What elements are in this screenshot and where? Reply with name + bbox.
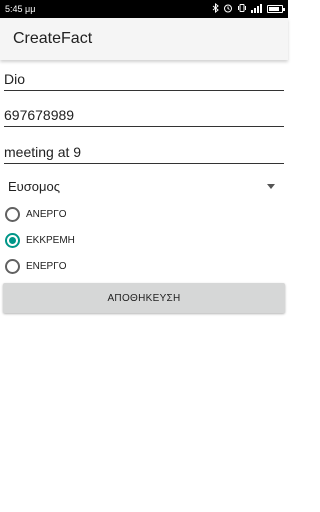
radio-button-icon bbox=[5, 232, 20, 248]
radio-button-icon bbox=[5, 206, 20, 222]
save-button[interactable]: ΑΠΟΘΗΚΕΥΣΗ bbox=[3, 283, 285, 313]
status-bar: 5:45 μμ bbox=[0, 0, 288, 18]
vibrate-icon bbox=[237, 3, 247, 16]
page-title: CreateFact bbox=[13, 30, 93, 47]
radio-button-icon bbox=[5, 258, 20, 274]
dropdown-arrow-icon bbox=[267, 183, 275, 189]
battery-level bbox=[269, 7, 280, 11]
radio-label: ΕΝΕΡΓΟ bbox=[26, 260, 67, 272]
signal-icon bbox=[251, 3, 263, 16]
radio-anergo[interactable]: ΑΝΕΡΓΟ bbox=[5, 205, 67, 223]
category-spinner[interactable]: Ευσομος bbox=[8, 176, 278, 196]
bluetooth-icon bbox=[212, 2, 219, 16]
status-time: 5:45 μμ bbox=[5, 4, 36, 14]
radio-energo[interactable]: ΕΝΕΡΓΟ bbox=[5, 257, 67, 275]
app-bar: CreateFact bbox=[0, 18, 288, 60]
radio-ekkremi[interactable]: ΕΚΚΡΕΜΗ bbox=[5, 231, 75, 249]
status-icons bbox=[212, 2, 285, 16]
phone-field[interactable]: 697678989 bbox=[4, 103, 284, 127]
name-field[interactable]: Dio bbox=[4, 67, 284, 91]
battery-icon bbox=[267, 5, 285, 13]
alarm-icon bbox=[223, 3, 233, 16]
note-field[interactable]: meeting at 9 bbox=[4, 140, 284, 164]
radio-label: ΕΚΚΡΕΜΗ bbox=[26, 234, 75, 246]
spinner-selected-value: Ευσομος bbox=[8, 178, 61, 194]
radio-label: ΑΝΕΡΓΟ bbox=[26, 208, 67, 220]
